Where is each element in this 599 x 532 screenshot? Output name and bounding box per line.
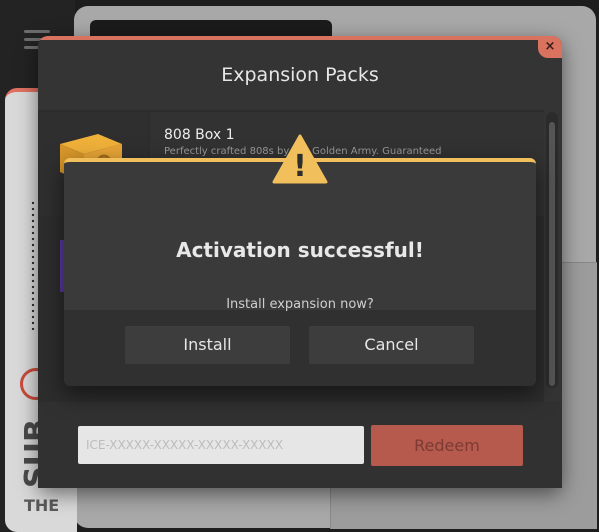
- background-footer-text: THE: [24, 496, 60, 515]
- install-button[interactable]: Install: [125, 326, 290, 364]
- redeem-code-input[interactable]: [78, 426, 364, 464]
- alert-question: Install expansion now?: [226, 297, 374, 312]
- list-item-title: 808 Box 1: [164, 127, 235, 143]
- dialog-title: Expansion Packs: [221, 64, 379, 86]
- alert-title: Activation successful!: [176, 238, 424, 262]
- scrollbar-thumb[interactable]: [549, 122, 555, 386]
- redeem-button[interactable]: Redeem: [371, 425, 523, 466]
- warning-icon: !: [272, 134, 328, 184]
- warning-glyph: !: [293, 149, 307, 184]
- dialog-accent-bar: [38, 36, 562, 40]
- background-dotted-line: [30, 200, 36, 330]
- close-button[interactable]: ×: [538, 36, 562, 58]
- cancel-button[interactable]: Cancel: [309, 326, 474, 364]
